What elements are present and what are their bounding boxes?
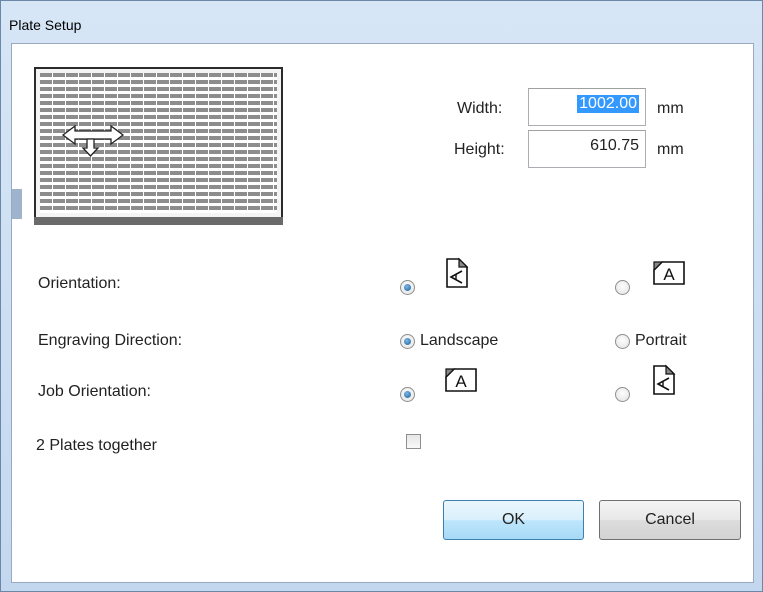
plate-preview xyxy=(34,67,283,225)
engraving-portrait-label[interactable]: Portrait xyxy=(635,332,687,350)
height-label: Height: xyxy=(454,141,505,158)
width-unit: mm xyxy=(657,100,684,117)
height-input[interactable]: 610.75 xyxy=(528,130,646,168)
svg-text:A: A xyxy=(663,265,675,284)
landscape-page-icon: A xyxy=(445,368,477,392)
engraving-landscape-label[interactable]: Landscape xyxy=(420,332,498,350)
height-value: 610.75 xyxy=(590,137,639,154)
job-orientation-portrait-radio[interactable] xyxy=(615,387,630,402)
direction-arrows-icon xyxy=(61,124,125,157)
orientation-portrait-radio[interactable] xyxy=(400,280,415,295)
orientation-label: Orientation: xyxy=(38,275,121,292)
plate-base xyxy=(34,217,283,225)
portrait-page-icon xyxy=(653,364,676,395)
width-input[interactable]: 1002.00 xyxy=(528,88,646,126)
width-value: 1002.00 xyxy=(577,95,639,113)
two-plates-checkbox[interactable] xyxy=(406,434,421,449)
cancel-button[interactable]: Cancel xyxy=(599,500,741,540)
orientation-landscape-radio[interactable] xyxy=(615,280,630,295)
landscape-page-icon: A xyxy=(653,261,685,285)
engraving-portrait-radio[interactable] xyxy=(615,334,630,349)
job-orientation-landscape-radio[interactable] xyxy=(400,387,415,402)
width-label: Width: xyxy=(457,100,503,117)
two-plates-label: 2 Plates together xyxy=(36,437,157,454)
dialog-body: Width: 1002.00 mm Height: 610.75 mm Orie… xyxy=(11,43,754,583)
engraving-landscape-radio[interactable] xyxy=(400,334,415,349)
svg-text:A: A xyxy=(455,372,467,391)
portrait-page-icon xyxy=(446,257,469,288)
height-unit: mm xyxy=(657,141,684,158)
title-bar[interactable]: Plate Setup xyxy=(1,1,762,43)
plate-setup-dialog: Plate Setup Width: 1002.00 mm Height: 61… xyxy=(0,0,763,592)
job-orientation-label: Job Orientation: xyxy=(38,383,151,400)
dialog-title: Plate Setup xyxy=(9,17,82,33)
engraving-direction-label: Engraving Direction: xyxy=(38,332,183,349)
ok-button[interactable]: OK xyxy=(443,500,584,540)
